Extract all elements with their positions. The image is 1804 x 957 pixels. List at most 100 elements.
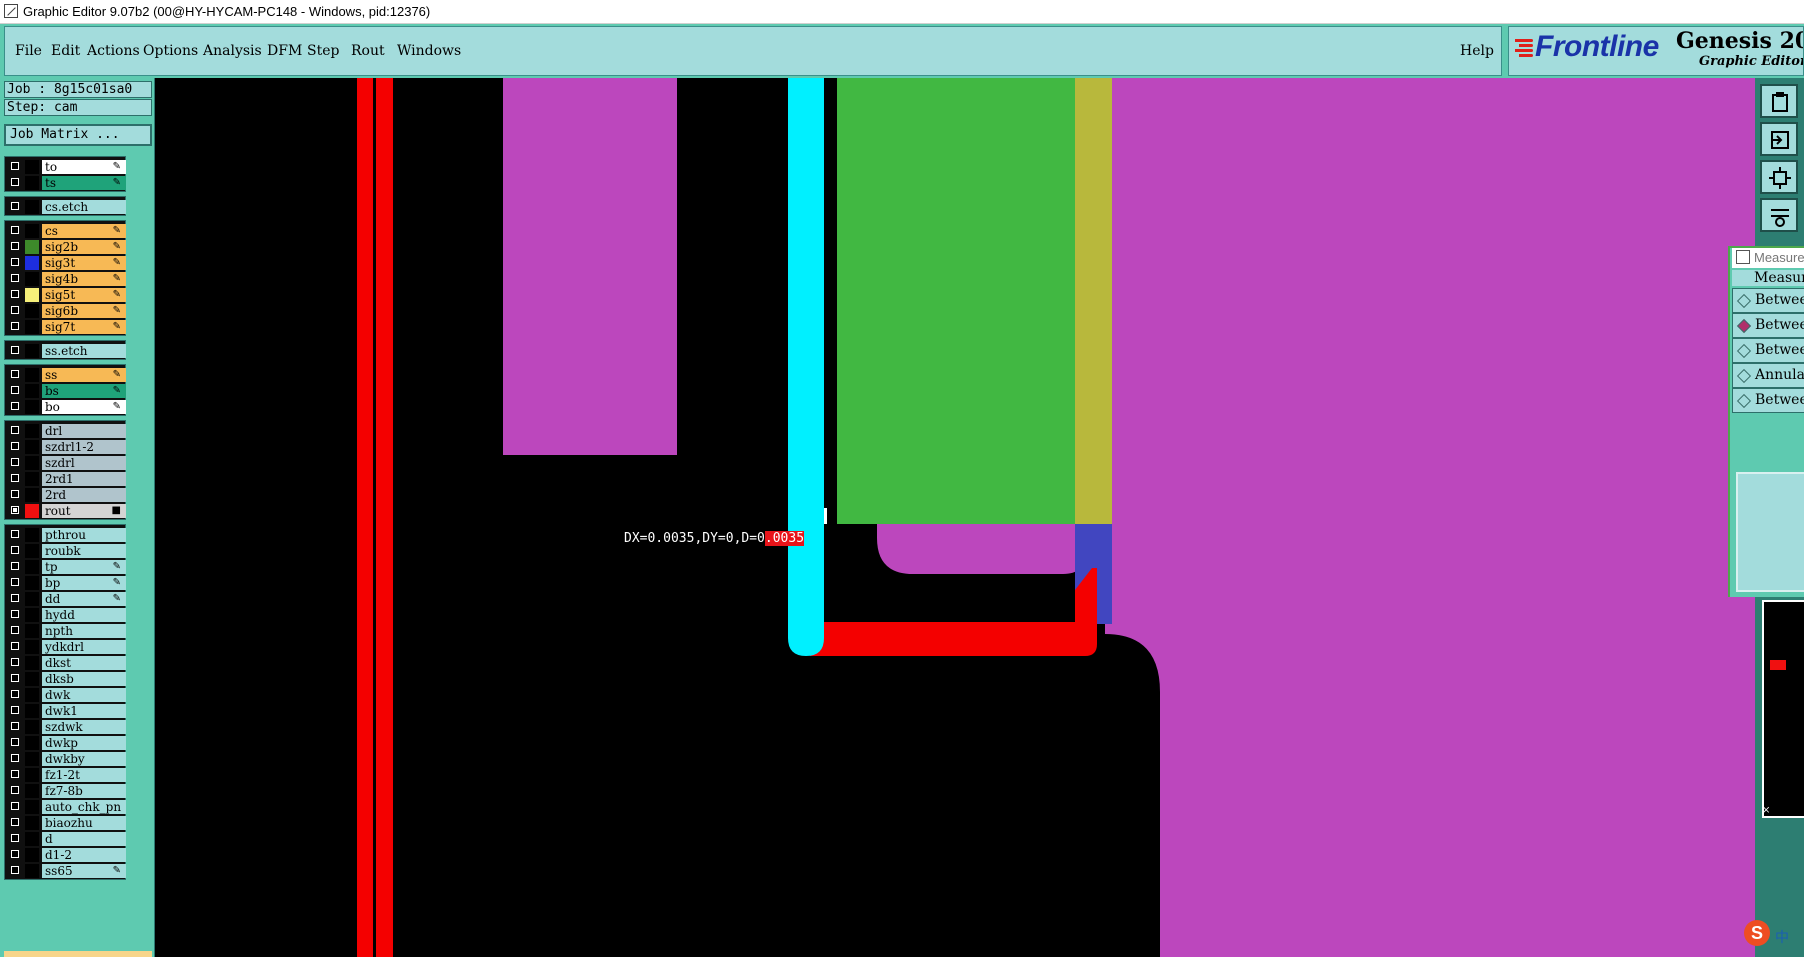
menu-rout[interactable]: Rout (351, 43, 385, 59)
layer-row-sig6b[interactable]: sig6b ✎ (5, 303, 126, 319)
layer-color-swatch[interactable] (25, 456, 39, 470)
layer-name[interactable]: cs ✎ (42, 224, 126, 238)
layer-checkbox[interactable] (11, 442, 19, 450)
measure-option-5[interactable]: Between (1732, 388, 1804, 413)
layer-color-swatch[interactable] (25, 488, 39, 502)
layer-row-biaozhu[interactable]: biaozhu (5, 815, 126, 831)
layer-row-fz1-2t[interactable]: fz1-2t (5, 767, 126, 783)
layer-name[interactable]: sig3t ✎ (42, 256, 126, 270)
layer-color-swatch[interactable] (25, 688, 39, 702)
layer-row-roubk[interactable]: roubk (5, 543, 126, 559)
menu-edit[interactable]: Edit (51, 43, 80, 59)
job-matrix-button[interactable]: Job Matrix ... (4, 124, 152, 146)
layer-row-sig7t[interactable]: sig7t ✎ (5, 319, 126, 335)
layer-color-swatch[interactable] (25, 816, 39, 830)
layer-color-swatch[interactable] (25, 176, 39, 190)
layer-checkbox[interactable] (11, 202, 19, 210)
layer-row-dksb[interactable]: dksb (5, 671, 126, 687)
layer-name[interactable]: dwk (42, 688, 126, 702)
layer-row-cs.etch[interactable]: cs.etch (5, 199, 126, 215)
layer-name[interactable]: dd ✎ (42, 592, 126, 606)
layer-color-swatch[interactable] (25, 800, 39, 814)
layer-name[interactable]: to ✎ (42, 160, 126, 174)
layer-row-pthrou[interactable]: pthrou (5, 527, 126, 543)
layer-name[interactable]: rout ■ (42, 504, 126, 518)
layer-color-swatch[interactable] (25, 368, 39, 382)
layer-checkbox[interactable] (11, 402, 19, 410)
layer-name[interactable]: sig5t ✎ (42, 288, 126, 302)
layer-name[interactable]: biaozhu (42, 816, 126, 830)
layer-checkbox[interactable] (11, 706, 19, 714)
layer-checkbox[interactable] (11, 226, 19, 234)
layer-checkbox[interactable] (11, 674, 19, 682)
layer-name[interactable]: ss ✎ (42, 368, 126, 382)
layer-checkbox[interactable] (11, 546, 19, 554)
layer-checkbox[interactable] (11, 322, 19, 330)
layer-color-swatch[interactable] (25, 344, 39, 358)
layer-row-sig3t[interactable]: sig3t ✎ (5, 255, 126, 271)
layer-checkbox[interactable] (11, 578, 19, 586)
layer-name[interactable]: cs.etch (42, 200, 126, 214)
layer-checkbox[interactable] (11, 458, 19, 466)
layer-color-swatch[interactable] (25, 400, 39, 414)
layer-row-szdrl1-2[interactable]: szdrl1-2 (5, 439, 126, 455)
layer-checkbox[interactable] (11, 530, 19, 538)
ime-mode-indicator[interactable]: 中 (1775, 927, 1789, 947)
layer-name[interactable]: sig7t ✎ (42, 320, 126, 334)
layer-color-swatch[interactable] (25, 440, 39, 454)
layer-color-swatch[interactable] (25, 768, 39, 782)
layer-checkbox[interactable] (11, 786, 19, 794)
layer-checkbox[interactable] (11, 386, 19, 394)
menu-dfm[interactable]: DFM (267, 43, 302, 59)
layer-row-szdrl[interactable]: szdrl (5, 455, 126, 471)
layer-color-swatch[interactable] (25, 304, 39, 318)
layer-color-swatch[interactable] (25, 504, 39, 518)
layer-name[interactable]: dwk1 (42, 704, 126, 718)
layer-row-cs[interactable]: cs ✎ (5, 223, 126, 239)
measure-option-3[interactable]: Between (1732, 338, 1804, 363)
layer-row-dwkp[interactable]: dwkp (5, 735, 126, 751)
layer-color-swatch[interactable] (25, 472, 39, 486)
menu-step[interactable]: Step (307, 43, 339, 59)
layer-row-npth[interactable]: npth (5, 623, 126, 639)
layer-name[interactable]: sig6b ✎ (42, 304, 126, 318)
layer-row-d1-2[interactable]: d1-2 (5, 847, 126, 863)
layer-color-swatch[interactable] (25, 704, 39, 718)
layer-row-d[interactable]: d (5, 831, 126, 847)
layer-name[interactable]: ts ✎ (42, 176, 126, 190)
ime-logo-icon[interactable]: S (1744, 920, 1770, 946)
layer-color-swatch[interactable] (25, 656, 39, 670)
layer-name[interactable]: hydd (42, 608, 126, 622)
layer-row-to[interactable]: to ✎ (5, 159, 126, 175)
layer-name[interactable]: sig4b ✎ (42, 272, 126, 286)
layer-name[interactable]: bp ✎ (42, 576, 126, 590)
layer-checkbox[interactable] (11, 626, 19, 634)
layer-name[interactable]: dwkby (42, 752, 126, 766)
layer-checkbox[interactable] (11, 594, 19, 602)
layer-row-ss[interactable]: ss ✎ (5, 367, 126, 383)
layer-checkbox[interactable] (11, 722, 19, 730)
layer-color-swatch[interactable] (25, 608, 39, 622)
layer-checkbox[interactable] (11, 426, 19, 434)
layer-row-dkst[interactable]: dkst (5, 655, 126, 671)
layer-row-auto_chk_pn[interactable]: auto_chk_pn (5, 799, 126, 815)
layer-checkbox[interactable] (11, 690, 19, 698)
layer-color-swatch[interactable] (25, 320, 39, 334)
layer-checkbox[interactable] (11, 258, 19, 266)
layer-row-hydd[interactable]: hydd (5, 607, 126, 623)
layer-color-swatch[interactable] (25, 200, 39, 214)
layer-settings-button[interactable] (1760, 198, 1798, 232)
layer-checkbox[interactable] (11, 474, 19, 482)
layer-row-bp[interactable]: bp ✎ (5, 575, 126, 591)
layer-color-swatch[interactable] (25, 848, 39, 862)
layer-name[interactable]: drl (42, 424, 126, 438)
layer-name[interactable]: 2rd (42, 488, 126, 502)
menu-analysis[interactable]: Analysis (203, 43, 262, 59)
mini-map[interactable]: × (1762, 600, 1804, 818)
layer-checkbox[interactable] (11, 178, 19, 186)
layer-name[interactable]: auto_chk_pn (42, 800, 126, 814)
layer-color-swatch[interactable] (25, 544, 39, 558)
layer-row-sig5t[interactable]: sig5t ✎ (5, 287, 126, 303)
layer-name[interactable]: roubk (42, 544, 126, 558)
menu-actions[interactable]: Actions (87, 43, 140, 59)
